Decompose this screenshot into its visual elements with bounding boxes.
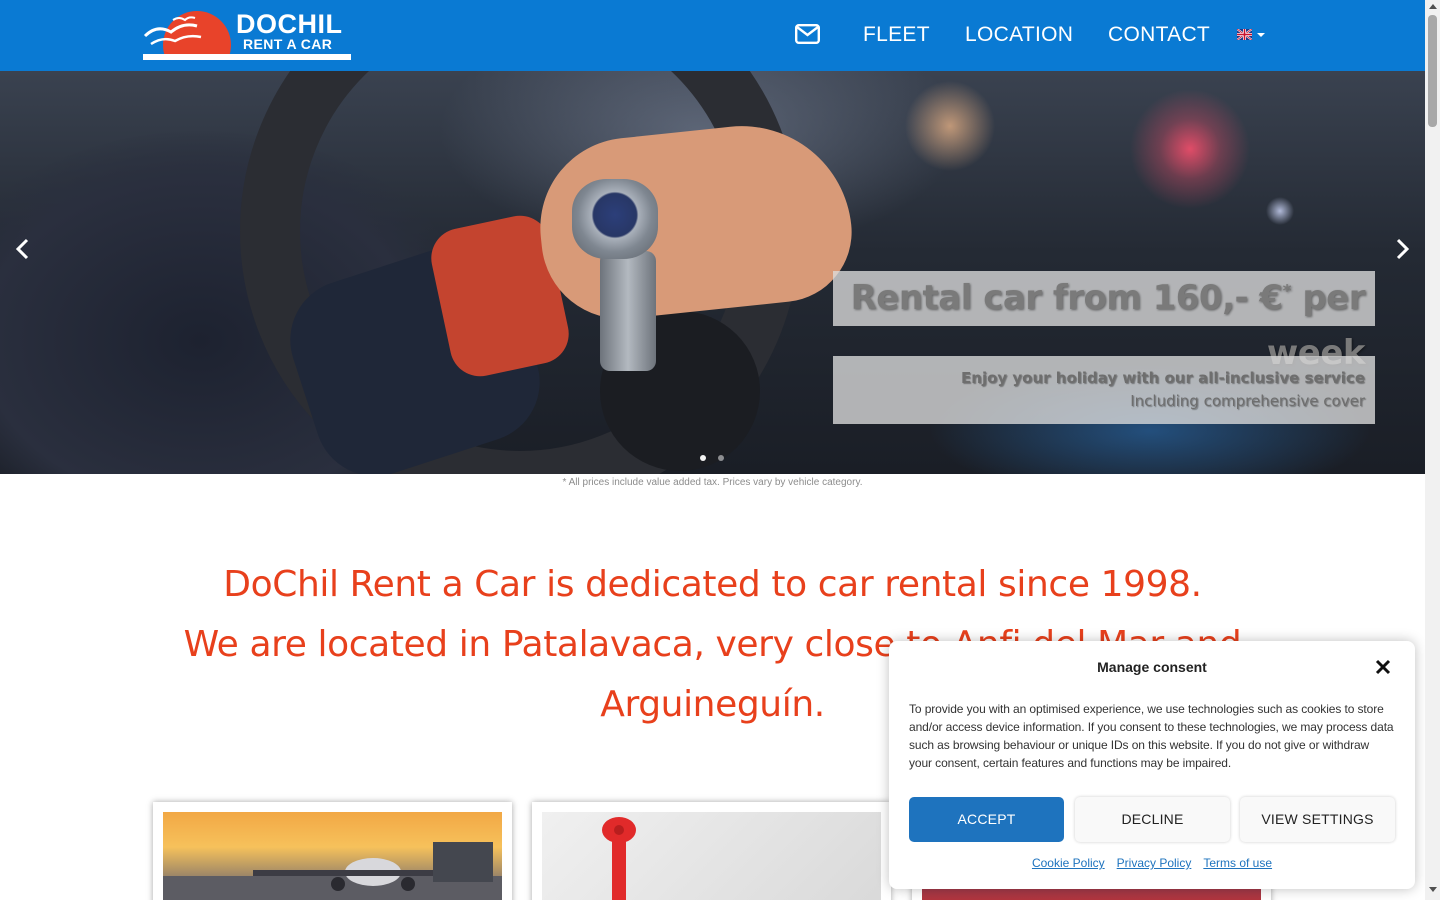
- terms-of-use-link[interactable]: Terms of use: [1203, 856, 1272, 870]
- cookie-consent-dialog: Manage consent To provide you with an op…: [889, 641, 1415, 889]
- privacy-policy-link[interactable]: Privacy Policy: [1117, 856, 1192, 870]
- uk-flag-icon: [1237, 29, 1252, 40]
- cookie-policy-link[interactable]: Cookie Policy: [1032, 856, 1105, 870]
- hero-caption: Enjoy your holiday with our all-inclusiv…: [833, 356, 1375, 424]
- top-navbar: DOCHIL RENT A CAR FLEET LOCATION CONTACT: [0, 0, 1425, 71]
- envelope-icon[interactable]: [795, 24, 820, 44]
- view-settings-button[interactable]: VIEW SETTINGS: [1240, 797, 1395, 842]
- watch-band: [600, 251, 656, 371]
- carousel-dot-1[interactable]: [700, 455, 706, 461]
- logo-name: DOCHIL: [236, 9, 343, 39]
- logo-underline: [143, 54, 351, 60]
- scrollbar-thumb[interactable]: [1428, 15, 1437, 127]
- consent-title: Manage consent: [1097, 659, 1207, 675]
- card-airport[interactable]: [153, 802, 512, 900]
- logo-birds-icon: [143, 16, 202, 46]
- consent-text: To provide you with an optimised experie…: [909, 702, 1394, 770]
- consent-links: Cookie Policy Privacy Policy Terms of us…: [889, 856, 1415, 870]
- scroll-up-arrow-icon[interactable]: [1429, 4, 1437, 9]
- intro-line-1: DoChil Rent a Car is dedicated to car re…: [223, 564, 1202, 605]
- decline-button[interactable]: DECLINE: [1075, 797, 1230, 842]
- nav-fleet[interactable]: FLEET: [863, 22, 930, 48]
- price-note: * All prices include value added tax. Pr…: [562, 477, 863, 488]
- carousel-indicators: [700, 455, 724, 461]
- hero-title: Rental car from 160,- €* per week: [833, 271, 1375, 373]
- logo-subtitle: RENT A CAR: [243, 36, 333, 52]
- hero-title-asterisk: *: [1282, 281, 1292, 302]
- chevron-down-icon: [1257, 32, 1265, 37]
- hero-caption-line2: Including comprehensive cover: [1130, 392, 1365, 410]
- accept-button[interactable]: ACCEPT: [909, 797, 1064, 842]
- scroll-down-arrow-icon[interactable]: [1429, 887, 1437, 892]
- dochil-logo[interactable]: DOCHIL RENT A CAR: [143, 10, 351, 60]
- card-contact[interactable]: [532, 802, 891, 900]
- vertical-scrollbar[interactable]: [1425, 0, 1440, 900]
- hero-carousel: Rental car from 160,- €* per week Enjoy …: [0, 71, 1425, 474]
- hero-title-text: Rental car from 160,- €: [850, 278, 1284, 318]
- close-icon[interactable]: [1374, 658, 1392, 676]
- plane-icon: [163, 842, 502, 900]
- wristwatch: [572, 179, 658, 259]
- chevron-left-icon[interactable]: [10, 236, 36, 262]
- red-telephone-image: [542, 812, 881, 900]
- hero-caption-line1: Enjoy your holiday with our all-inclusiv…: [961, 369, 1365, 387]
- chevron-right-icon[interactable]: [1389, 236, 1415, 262]
- nav-location[interactable]: LOCATION: [965, 22, 1073, 48]
- telephone-icon: [602, 817, 636, 900]
- nav-contact[interactable]: CONTACT: [1108, 22, 1210, 48]
- airport-plane-image: [163, 812, 502, 900]
- carousel-dot-2[interactable]: [718, 455, 724, 461]
- language-selector[interactable]: [1237, 29, 1265, 40]
